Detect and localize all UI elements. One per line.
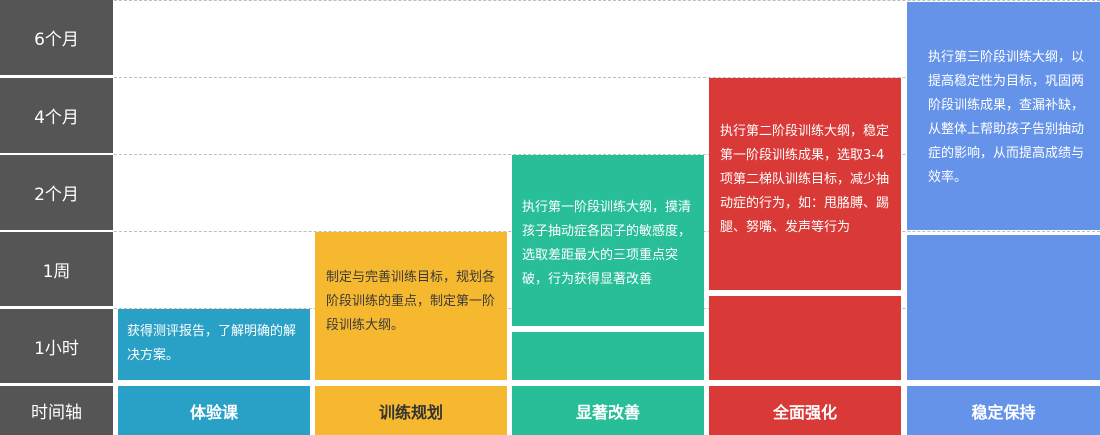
stage-planning-tab[interactable]: 训练规划 — [315, 386, 507, 435]
stage-maintain-tab[interactable]: 稳定保持 — [907, 386, 1100, 435]
axis-label-6-months: 6个月 — [0, 0, 113, 75]
stage-trial-description: 获得测评报告，了解明确的解决方案。 — [127, 324, 297, 363]
stage-trial-tab[interactable]: 体验课 — [118, 386, 310, 435]
stage-improvement-base-block — [512, 332, 704, 380]
axis-label-1-week: 1周 — [0, 232, 113, 306]
stage-strengthen-tab[interactable]: 全面强化 — [709, 386, 901, 435]
stage-maintain-base-block — [907, 235, 1100, 380]
stage-strengthen-base-block — [709, 296, 901, 380]
stage-planning-description: 制定与完善训练目标，规划各阶段训练的重点，制定第一阶段训练大纲。 — [326, 270, 496, 333]
axis-label-4-months: 4个月 — [0, 78, 113, 153]
axis-label-1-hour: 1小时 — [0, 309, 113, 383]
stage-improvement-description: 执行第一阶段训练大纲，摸清孩子抽动症各因子的敏感度，选取差距最大的三项重点突破，… — [522, 200, 692, 287]
stage-maintain-description: 执行第三阶段训练大纲，以提高稳定性为目标，巩固两阶段训练成果，查漏补缺，从整体上… — [928, 50, 1085, 185]
stage-improvement-tab[interactable]: 显著改善 — [512, 386, 704, 435]
stage-strengthen-description: 执行第二阶段训练大纲，稳定第一阶段训练成果，选取3-4项第二梯队训练目标，减少抽… — [720, 124, 890, 235]
axis-label-2-months: 2个月 — [0, 155, 113, 230]
grid-line — [114, 0, 1100, 1]
axis-label-timeline: 时间轴 — [0, 386, 113, 435]
